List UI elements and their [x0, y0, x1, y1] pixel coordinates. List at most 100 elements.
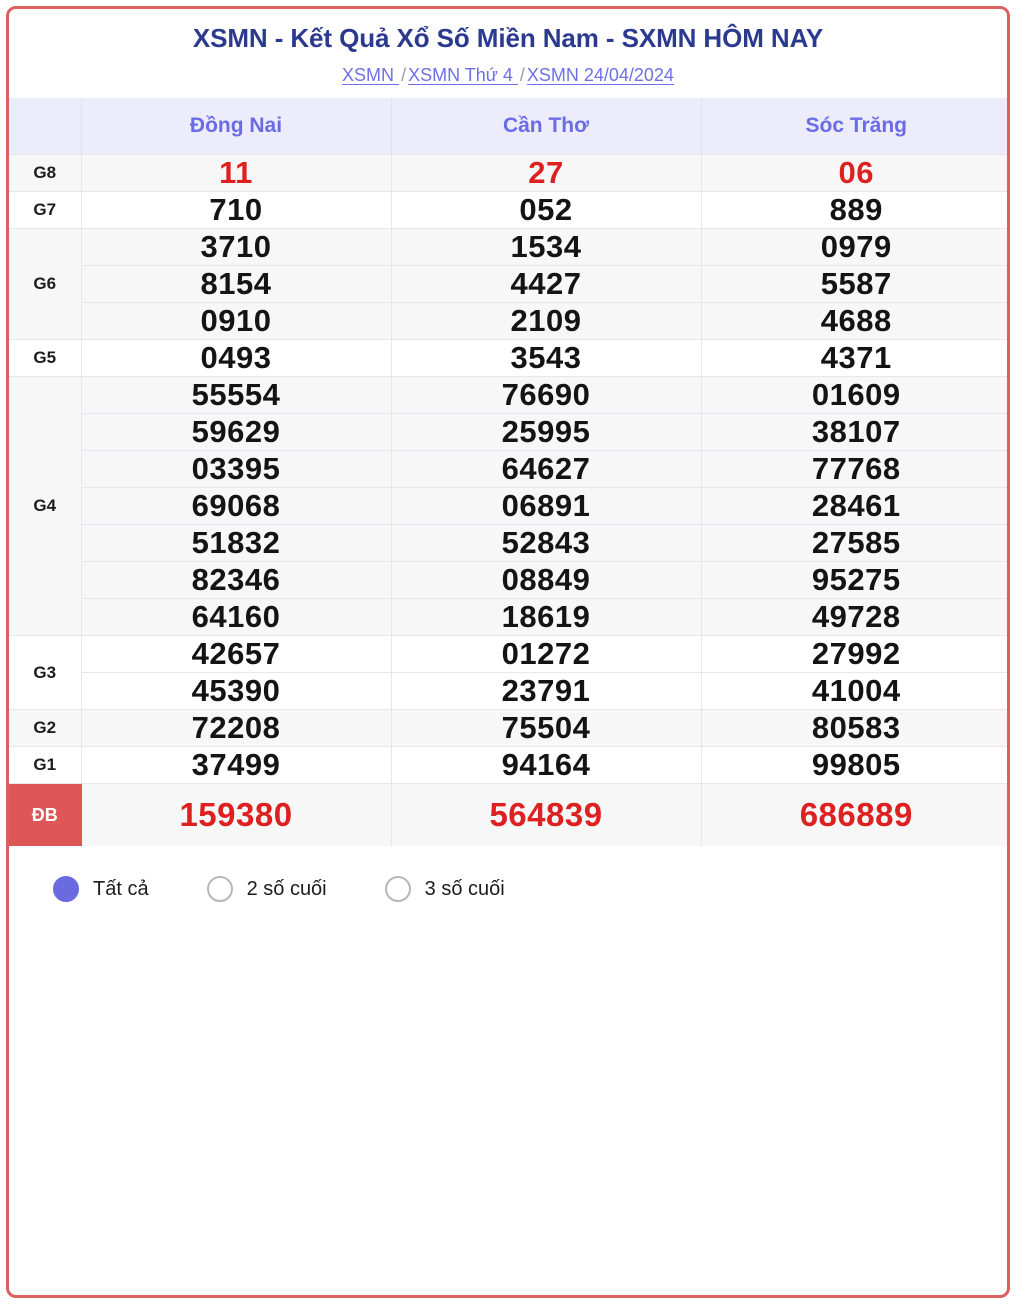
- table-row: G4 55554 76690 01609: [9, 376, 1007, 636]
- table-row: G8 11 27 06: [9, 154, 1007, 192]
- prize-number-cell: 564839: [391, 783, 702, 847]
- prize-number-cell: 3710: [81, 228, 392, 266]
- breadcrumb-link-date[interactable]: XSMN 24/04/2024: [527, 65, 674, 85]
- prize-number-cell: 3543: [391, 339, 702, 377]
- prize-number-cell: 41004: [701, 672, 1007, 710]
- table-row: 69068 06891 28461: [9, 487, 1007, 525]
- province-header-cell[interactable]: Đồng Nai: [81, 98, 392, 155]
- prize-number-cell: 0493: [81, 339, 392, 377]
- prize-number-cell: 77768: [701, 450, 1007, 488]
- prize-number-cell: 23791: [391, 672, 702, 710]
- filter-option[interactable]: Tất cả: [53, 876, 149, 903]
- breadcrumb-link-xsmn[interactable]: XSMN: [342, 65, 399, 85]
- prize-number-cell: 55554: [81, 376, 392, 414]
- prize-group-label: G6: [9, 228, 82, 340]
- table-row: 8154 4427 5587: [9, 265, 1007, 303]
- prize-number-cell: 4688: [701, 302, 1007, 340]
- prize-number-cell: 03395: [81, 450, 392, 488]
- prize-group-label: G7: [9, 191, 82, 229]
- province-header-cell[interactable]: Cần Thơ: [391, 98, 702, 155]
- prize-number-cell: 51832: [81, 524, 392, 562]
- table-row: 51832 52843 27585: [9, 524, 1007, 562]
- prize-group-label: G2: [9, 709, 82, 747]
- prize-number-cell: 18619: [391, 598, 702, 636]
- province-name: Đồng Nai: [189, 114, 283, 138]
- table-corner-cell: [9, 98, 82, 155]
- breadcrumb-separator-2: /: [519, 64, 525, 85]
- table-row: 59629 25995 38107: [9, 413, 1007, 451]
- table-row: 64160 18619 49728: [9, 598, 1007, 636]
- table-row: ĐB 159380 564839 686889: [9, 783, 1007, 847]
- filter-option-label: 2 số cuối: [246, 877, 327, 900]
- filter-option[interactable]: 3 số cuối: [384, 876, 505, 903]
- radio-selected-icon[interactable]: [53, 876, 79, 903]
- prize-number-cell: 06: [701, 154, 1007, 192]
- province-header-row: Đồng Nai Cần Thơ Sóc Trăng: [9, 98, 1007, 155]
- province-header-cell[interactable]: Sóc Trăng: [701, 98, 1007, 155]
- table-row: G1 37499 94164 99805: [9, 746, 1007, 784]
- prize-group-label: G1: [9, 746, 82, 784]
- prize-number-cell: 69068: [81, 487, 392, 525]
- filter-option-label: 3 số cuối: [424, 877, 505, 900]
- prize-number-cell: 0979: [701, 228, 1007, 266]
- prize-number-cell: 28461: [701, 487, 1007, 525]
- prize-number-cell: 25995: [391, 413, 702, 451]
- prize-number-cell: 8154: [81, 265, 392, 303]
- prize-number-cell: 4427: [391, 265, 702, 303]
- prize-number-cell: 45390: [81, 672, 392, 710]
- breadcrumb: XSMN / XSMN Thứ 4 /XSMN 24/04/2024: [19, 65, 997, 87]
- page-title: XSMN - Kết Quả Xổ Số Miền Nam - SXMN HÔM…: [192, 23, 824, 53]
- prize-number-cell: 82346: [81, 561, 392, 599]
- prize-number-cell: 59629: [81, 413, 392, 451]
- prize-number-cell: 0910: [81, 302, 392, 340]
- prize-number-cell: 2109: [391, 302, 702, 340]
- prize-number-cell: 95275: [701, 561, 1007, 599]
- prize-number-cell: 686889: [701, 783, 1007, 847]
- table-row: G6 3710 1534 0979: [9, 228, 1007, 340]
- province-name: Sóc Trăng: [805, 114, 908, 138]
- table-row: G3 42657 01272 27992: [9, 635, 1007, 710]
- prize-number-cell: 27: [391, 154, 702, 192]
- prize-number-cell: 889: [701, 191, 1007, 229]
- lottery-results-card: XSMN - Kết Quả Xổ Số Miền Nam - SXMN HÔM…: [6, 6, 1010, 1298]
- prize-number-cell: 27585: [701, 524, 1007, 562]
- prize-group-label: G5: [9, 339, 82, 377]
- prize-group-label: ĐB: [9, 783, 82, 847]
- table-row: 0910 2109 4688: [9, 302, 1007, 340]
- table-row: 45390 23791 41004: [9, 672, 1007, 710]
- card-header: XSMN - Kết Quả Xổ Số Miền Nam - SXMN HÔM…: [9, 9, 1007, 99]
- prize-number-cell: 42657: [81, 635, 392, 673]
- prize-number-cell: 38107: [701, 413, 1007, 451]
- breadcrumb-link-weekday[interactable]: XSMN Thứ 4: [408, 65, 518, 85]
- province-name: Cần Thơ: [502, 114, 590, 138]
- prize-number-cell: 72208: [81, 709, 392, 747]
- prize-number-cell: 4371: [701, 339, 1007, 377]
- prize-number-cell: 27992: [701, 635, 1007, 673]
- prize-number-cell: 80583: [701, 709, 1007, 747]
- prize-number-cell: 710: [81, 191, 392, 229]
- radio-unselected-icon[interactable]: [384, 876, 411, 903]
- prize-number-cell: 76690: [391, 376, 702, 414]
- filter-option[interactable]: 2 số cuối: [206, 876, 327, 903]
- table-row: 03395 64627 77768: [9, 450, 1007, 488]
- prize-number-cell: 94164: [391, 746, 702, 784]
- table-row: 82346 08849 95275: [9, 561, 1007, 599]
- prize-number-cell: 75504: [391, 709, 702, 747]
- table-row: G2 72208 75504 80583: [9, 709, 1007, 747]
- prize-number-cell: 64627: [391, 450, 702, 488]
- prize-number-cell: 1534: [391, 228, 702, 266]
- prize-number-cell: 99805: [701, 746, 1007, 784]
- results-table: Đồng Nai Cần Thơ Sóc Trăng G8 11 27 06 G7 710 052…: [9, 98, 1007, 847]
- prize-number-cell: 159380: [81, 783, 392, 847]
- prize-number-cell: 49728: [701, 598, 1007, 636]
- breadcrumb-separator-1: /: [401, 64, 407, 85]
- table-row: G5 0493 3543 4371: [9, 339, 1007, 377]
- prize-number-cell: 06891: [391, 487, 702, 525]
- prize-group-label: G4: [9, 376, 82, 636]
- filter-option-label: Tất cả: [93, 877, 149, 900]
- prize-number-cell: 08849: [391, 561, 702, 599]
- radio-unselected-icon[interactable]: [206, 876, 233, 903]
- prize-number-cell: 01609: [701, 376, 1007, 414]
- prize-number-cell: 052: [391, 191, 702, 229]
- prize-group-label: G3: [9, 635, 82, 710]
